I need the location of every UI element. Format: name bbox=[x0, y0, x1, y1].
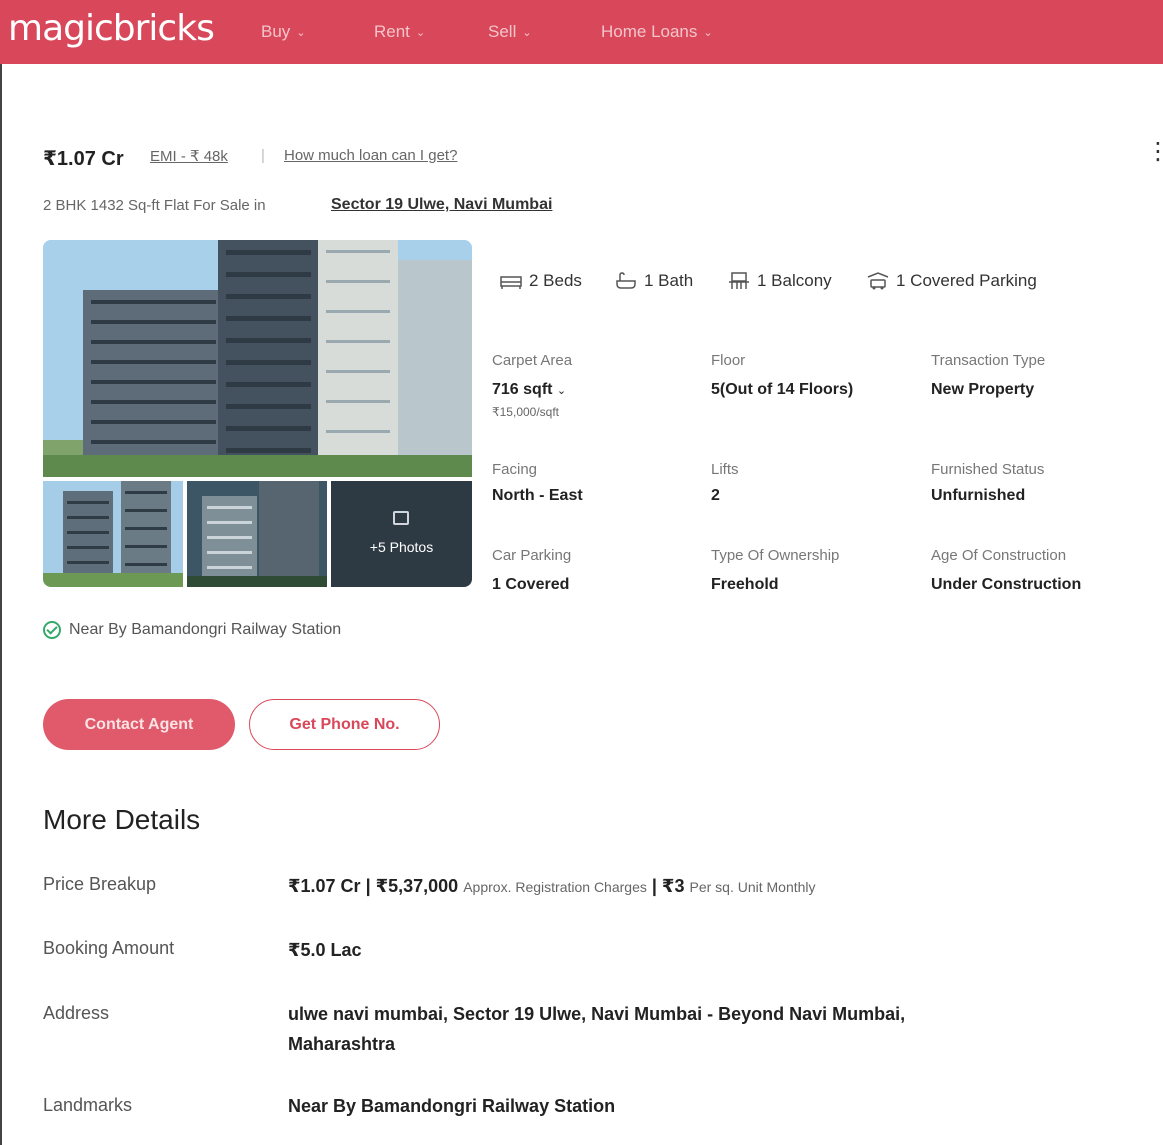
price-separator: | bbox=[261, 147, 265, 164]
price-breakup-value: ₹1.07 Cr | ₹5,37,000 Approx. Registratio… bbox=[288, 871, 816, 902]
address-value: ulwe navi mumbai, Sector 19 Ulwe, Navi M… bbox=[288, 999, 905, 1059]
feature-balcony: 1 Balcony bbox=[727, 271, 832, 291]
photo-icon bbox=[393, 511, 409, 525]
chevron-down-icon: ⌄ bbox=[556, 385, 567, 397]
more-photos-label: +5 Photos bbox=[369, 539, 434, 555]
chevron-down-icon: ⌄ bbox=[415, 26, 426, 39]
car-parking-label: Car Parking bbox=[492, 547, 572, 564]
booking-amount-value: ₹5.0 Lac bbox=[288, 940, 362, 960]
maintenance-note: Per sq. Unit Monthly bbox=[689, 879, 816, 895]
bed-icon bbox=[500, 276, 522, 289]
transaction-type-label: Transaction Type bbox=[931, 352, 1046, 369]
maintenance-value: | ₹3 bbox=[651, 876, 685, 896]
carpet-area-text: 716 sqft bbox=[492, 381, 553, 398]
feature-beds: 2 Beds bbox=[499, 271, 582, 291]
listing-price: ₹1.07 Cr bbox=[43, 148, 124, 170]
registration-note: Approx. Registration Charges bbox=[463, 879, 647, 895]
booking-amount-label: Booking Amount bbox=[43, 938, 175, 958]
feature-bath: 1 Bath bbox=[614, 271, 693, 291]
price-breakup-amounts: ₹1.07 Cr | ₹5,37,000 bbox=[288, 876, 459, 896]
contact-agent-button[interactable]: Contact Agent bbox=[43, 699, 235, 750]
magicbricks-logo[interactable]: magicbricks bbox=[8, 8, 215, 49]
car-parking-icon bbox=[867, 272, 889, 290]
bath-label: 1 Bath bbox=[644, 271, 694, 290]
landmark-tag: Near By Bamandongri Railway Station bbox=[43, 621, 341, 639]
carpet-area-value[interactable]: 716 sqft ⌄ bbox=[492, 381, 566, 399]
balcony-label: 1 Balcony bbox=[757, 271, 832, 290]
get-phone-button[interactable]: Get Phone No. bbox=[249, 699, 440, 750]
nav-buy-label: Buy bbox=[261, 22, 291, 41]
carpet-area-label: Carpet Area bbox=[492, 352, 573, 369]
balcony-icon bbox=[729, 272, 749, 289]
floor-value: 5(Out of 14 Floors) bbox=[711, 381, 854, 398]
facing-value: North - East bbox=[492, 487, 583, 504]
locality-link[interactable]: Sector 19 Ulwe, Navi Mumbai bbox=[331, 196, 552, 214]
nav-sell[interactable]: Sell ⌄ bbox=[488, 22, 532, 42]
nav-home-loans[interactable]: Home Loans ⌄ bbox=[601, 22, 713, 42]
address-label: Address bbox=[43, 1003, 110, 1023]
nav-sell-label: Sell bbox=[488, 22, 517, 41]
beds-label: 2 Beds bbox=[529, 271, 582, 290]
thumbnail-more-photos[interactable]: +5 Photos bbox=[331, 481, 472, 587]
landmarks-value: Near By Bamandongri Railway Station bbox=[288, 1096, 616, 1116]
nav-home-loans-label: Home Loans bbox=[601, 22, 698, 41]
listing-subtitle: 2 BHK 1432 Sq-ft Flat For Sale in bbox=[43, 197, 266, 214]
car-parking-value: 1 Covered bbox=[492, 576, 570, 593]
floor-label: Floor bbox=[711, 352, 746, 369]
loan-eligibility-link[interactable]: How much loan can I get? bbox=[284, 147, 457, 164]
facing-label: Facing bbox=[492, 461, 538, 478]
more-details-title: More Details bbox=[43, 804, 201, 835]
emi-link[interactable]: EMI - ₹ 48k bbox=[150, 147, 228, 165]
furnished-status-label: Furnished Status bbox=[931, 461, 1045, 478]
main-property-photo[interactable] bbox=[43, 240, 472, 477]
landmarks-label: Landmarks bbox=[43, 1095, 133, 1115]
nav-rent[interactable]: Rent ⌄ bbox=[374, 22, 425, 42]
age-of-construction-label: Age Of Construction bbox=[931, 547, 1067, 564]
parking-label: 1 Covered Parking bbox=[896, 271, 1037, 290]
address-line-2: Maharashtra bbox=[288, 1034, 396, 1054]
top-nav-bar: magicbricks Buy ⌄ Rent ⌄ Sell ⌄ Home Loa… bbox=[0, 0, 1163, 64]
bathtub-icon bbox=[616, 272, 636, 289]
furnished-status-value: Unfurnished bbox=[931, 487, 1026, 504]
transaction-type-value: New Property bbox=[931, 381, 1035, 398]
chevron-down-icon: ⌄ bbox=[703, 26, 713, 39]
chevron-down-icon: ⌄ bbox=[296, 26, 306, 39]
price-breakup-label: Price Breakup bbox=[43, 874, 157, 894]
address-line-1: ulwe navi mumbai, Sector 19 Ulwe, Navi M… bbox=[288, 1004, 906, 1024]
ownership-label: Type Of Ownership bbox=[711, 547, 840, 564]
nav-rent-label: Rent bbox=[374, 22, 410, 41]
ownership-value: Freehold bbox=[711, 576, 779, 593]
feature-parking: 1 Covered Parking bbox=[866, 271, 1037, 291]
age-of-construction-value: Under Construction bbox=[931, 576, 1082, 593]
carpet-area-rate: ₹15,000/sqft bbox=[492, 405, 560, 419]
thumbnail-photo-2[interactable] bbox=[187, 481, 327, 587]
more-options-icon[interactable]: ⋮ bbox=[1146, 140, 1163, 164]
check-circle-icon bbox=[43, 621, 61, 639]
nav-buy[interactable]: Buy ⌄ bbox=[261, 22, 306, 42]
lifts-label: Lifts bbox=[711, 461, 739, 478]
chevron-down-icon: ⌄ bbox=[522, 26, 532, 39]
thumbnail-photo-1[interactable] bbox=[43, 481, 183, 587]
lifts-value: 2 bbox=[711, 487, 720, 504]
landmark-tag-label: Near By Bamandongri Railway Station bbox=[69, 621, 342, 638]
